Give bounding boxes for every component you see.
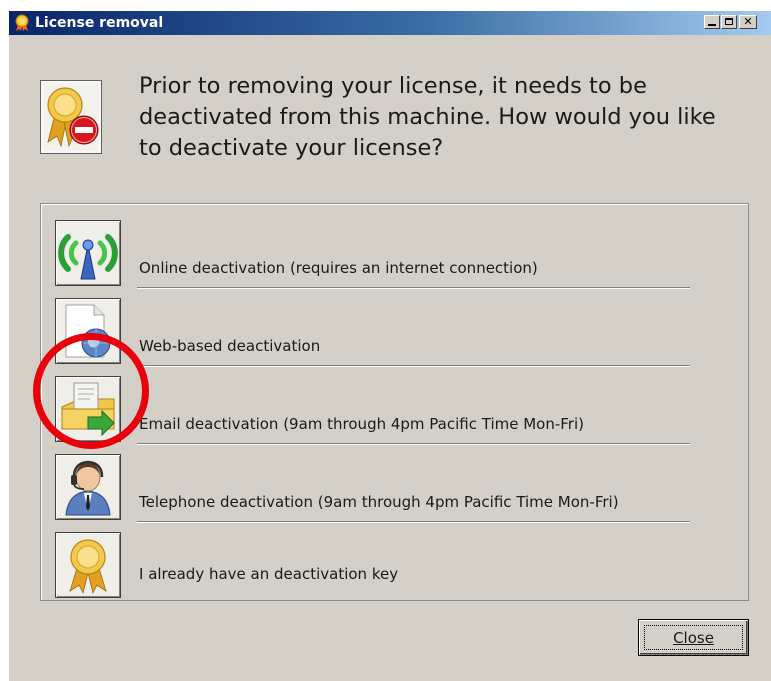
option-label: Online deactivation (requires an interne… (139, 259, 538, 277)
deactivation-options-panel: Online deactivation (requires an interne… (40, 203, 749, 601)
close-button-label: Close (644, 625, 743, 650)
minimize-icon (708, 24, 716, 26)
option-telephone-deactivation[interactable]: Telephone deactivation (9am through 4pm … (41, 450, 750, 528)
option-label: Telephone deactivation (9am through 4pm … (139, 493, 619, 511)
option-separator (137, 443, 690, 445)
option-separator (137, 365, 690, 367)
close-window-button[interactable]: ✕ (739, 15, 757, 29)
option-web-deactivation[interactable]: Web-based deactivation (41, 294, 750, 372)
option-label: Email deactivation (9am through 4pm Paci… (139, 415, 584, 433)
online-wireless-icon (55, 220, 121, 286)
option-online-deactivation[interactable]: Online deactivation (requires an interne… (41, 216, 750, 294)
license-removal-window: License removal ✕ Prior to removing your… (8, 10, 771, 681)
option-have-deactivation-key[interactable]: I already have an deactivation key (41, 528, 750, 606)
option-label: Web-based deactivation (139, 337, 321, 355)
window-title: License removal (35, 15, 164, 31)
maximize-icon (725, 18, 733, 25)
email-icon (55, 376, 121, 442)
minimize-button[interactable] (704, 15, 720, 29)
license-ribbon-icon (55, 532, 121, 598)
license-ribbon-icon (15, 14, 29, 31)
option-email-deactivation[interactable]: Email deactivation (9am through 4pm Paci… (41, 372, 750, 450)
telephone-person-icon (55, 454, 121, 520)
option-separator (137, 521, 690, 523)
title-bar[interactable]: License removal ✕ (9, 11, 771, 35)
header-message: Prior to removing your license, it needs… (139, 73, 716, 161)
option-label: I already have an deactivation key (139, 565, 399, 583)
close-icon: ✕ (743, 15, 753, 28)
option-separator (137, 287, 690, 289)
maximize-button[interactable] (721, 15, 737, 29)
license-remove-icon (40, 80, 102, 154)
web-globe-icon (55, 298, 121, 364)
close-button[interactable]: Close (638, 619, 749, 656)
